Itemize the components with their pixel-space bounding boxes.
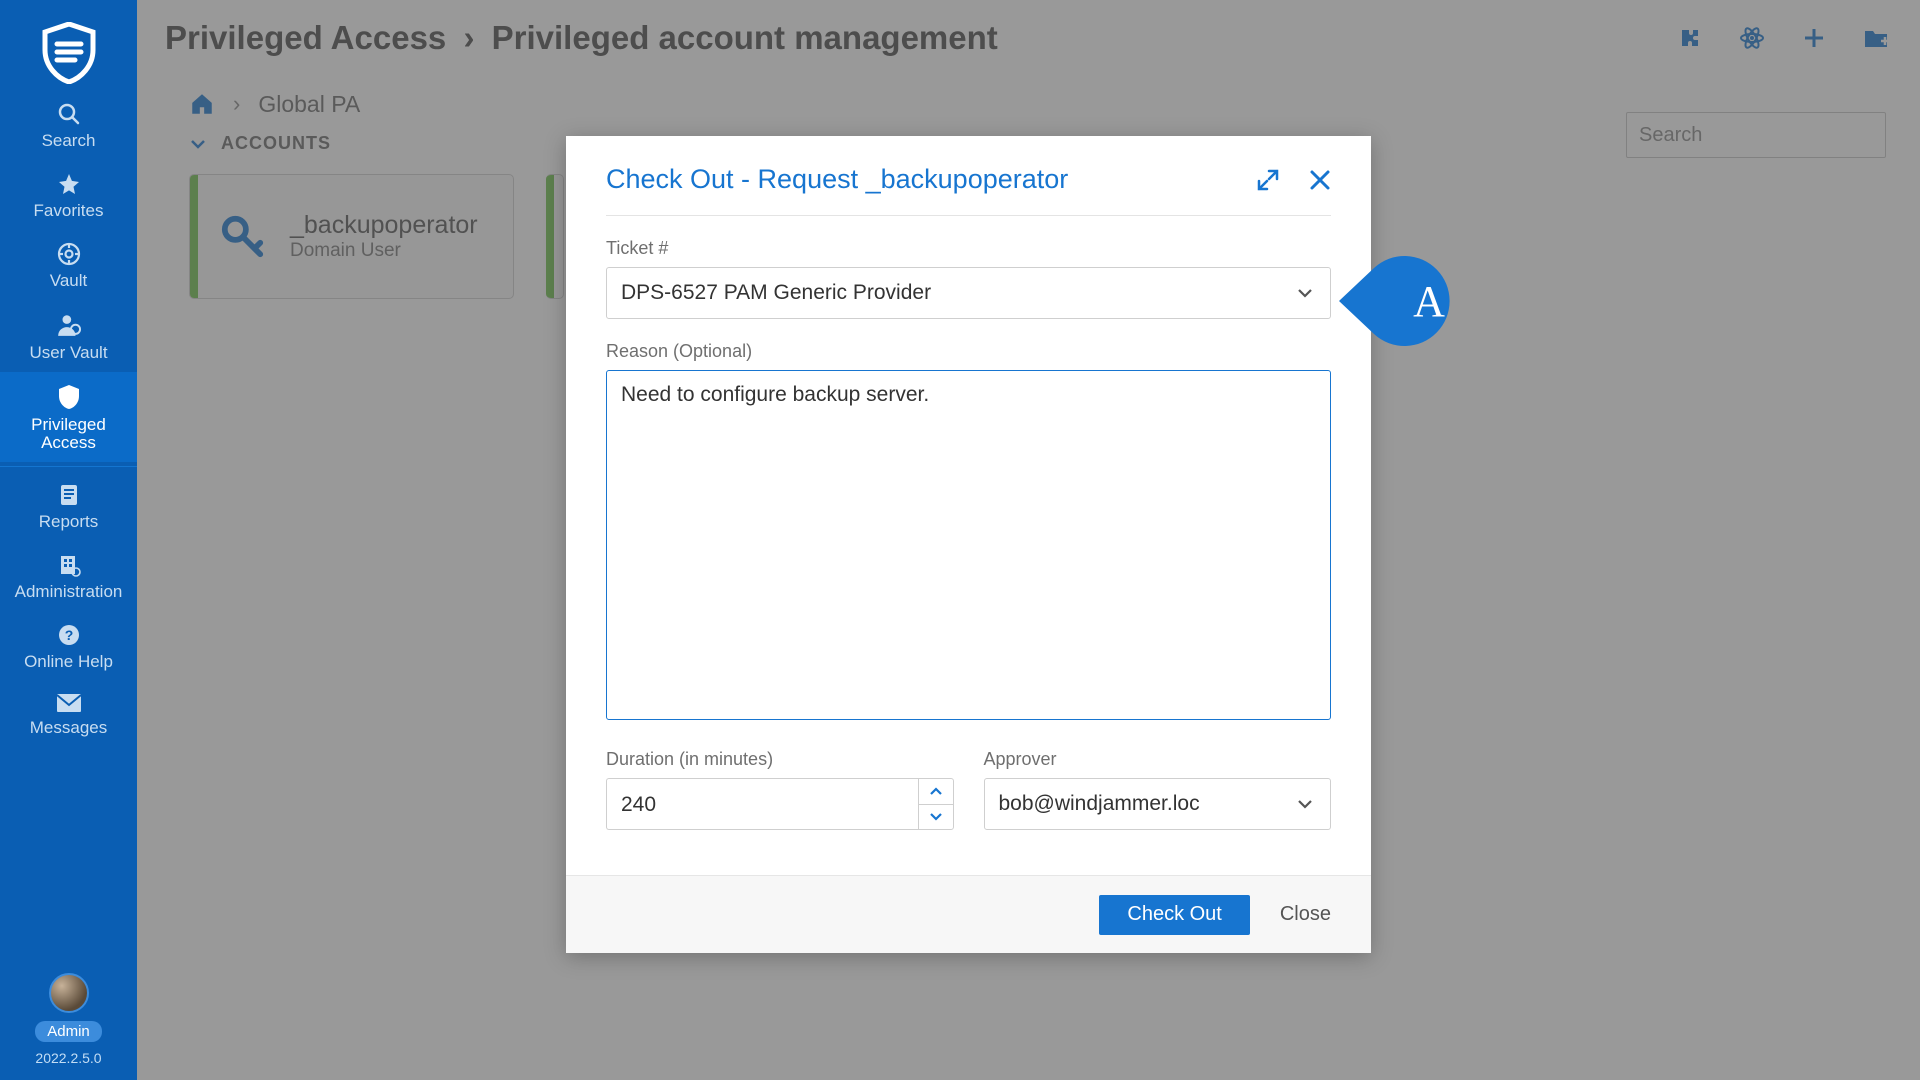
sidebar-item-administration[interactable]: Administration <box>0 541 137 611</box>
divider <box>0 466 137 467</box>
chevron-down-icon <box>1296 795 1314 813</box>
spin-up-icon[interactable] <box>919 779 953 805</box>
sidebar-item-label: Reports <box>39 513 99 531</box>
modal-header: Check Out - Request _backupoperator <box>566 136 1371 207</box>
sidebar: Search Favorites Vault User Vault Privil… <box>0 0 137 1080</box>
modal-body: Ticket # DPS-6527 PAM Generic Provider R… <box>566 216 1371 875</box>
sidebar-item-label: Vault <box>50 272 88 290</box>
sidebar-item-label: Online Help <box>24 653 113 671</box>
gear-icon <box>57 242 81 266</box>
spin-down-icon[interactable] <box>919 805 953 830</box>
reason-textarea[interactable] <box>606 370 1331 720</box>
sidebar-item-label: Favorites <box>34 202 104 220</box>
chevron-down-icon <box>1296 284 1314 302</box>
duration-spinner[interactable]: 240 <box>606 778 954 830</box>
avatar[interactable] <box>49 973 89 1013</box>
sidebar-admin-block: Admin 2022.2.5.0 <box>0 973 137 1080</box>
svg-text:?: ? <box>64 627 73 643</box>
ticket-select[interactable]: DPS-6527 PAM Generic Provider <box>606 267 1331 319</box>
modal-footer: Check Out Close <box>566 875 1371 953</box>
envelope-icon <box>56 693 82 713</box>
shield-logo-icon <box>41 22 97 84</box>
building-icon <box>57 553 81 577</box>
sidebar-item-label: Messages <box>30 719 107 737</box>
sidebar-item-user-vault[interactable]: User Vault <box>0 300 137 372</box>
ticket-value: DPS-6527 PAM Generic Provider <box>621 281 931 305</box>
checkout-button[interactable]: Check Out <box>1099 895 1249 935</box>
sidebar-item-label: Administration <box>15 583 123 601</box>
sidebar-item-search[interactable]: Search <box>0 90 137 160</box>
version-label: 2022.2.5.0 <box>35 1050 101 1066</box>
expand-icon[interactable] <box>1257 169 1279 191</box>
sidebar-item-label: Search <box>42 132 96 150</box>
approver-value: bob@windjammer.loc <box>999 792 1200 816</box>
ticket-label: Ticket # <box>606 238 1331 259</box>
checkout-modal: Check Out - Request _backupoperator Tick… <box>566 136 1371 953</box>
sidebar-item-reports[interactable]: Reports <box>0 471 137 541</box>
help-icon: ? <box>57 623 81 647</box>
sidebar-item-privileged-access[interactable]: Privileged Access <box>0 372 137 462</box>
logo <box>0 0 137 90</box>
sidebar-item-online-help[interactable]: ? Online Help <box>0 611 137 681</box>
sidebar-item-label: User Vault <box>29 344 107 362</box>
sidebar-item-messages[interactable]: Messages <box>0 681 137 747</box>
reports-icon <box>58 483 80 507</box>
user-gear-icon <box>56 312 82 338</box>
duration-value[interactable]: 240 <box>606 778 918 830</box>
approver-label: Approver <box>984 749 1332 770</box>
close-icon[interactable] <box>1309 169 1331 191</box>
admin-badge[interactable]: Admin <box>35 1021 102 1042</box>
approver-select[interactable]: bob@windjammer.loc <box>984 778 1332 830</box>
close-button[interactable]: Close <box>1280 903 1331 926</box>
sidebar-item-label: Privileged Access <box>31 416 106 452</box>
duration-label: Duration (in minutes) <box>606 749 954 770</box>
modal-title: Check Out - Request _backupoperator <box>606 164 1068 195</box>
shield-icon <box>57 384 81 410</box>
search-icon <box>57 102 81 126</box>
sidebar-item-favorites[interactable]: Favorites <box>0 160 137 230</box>
star-icon <box>57 172 81 196</box>
sidebar-item-vault[interactable]: Vault <box>0 230 137 300</box>
reason-label: Reason (Optional) <box>606 341 1331 362</box>
